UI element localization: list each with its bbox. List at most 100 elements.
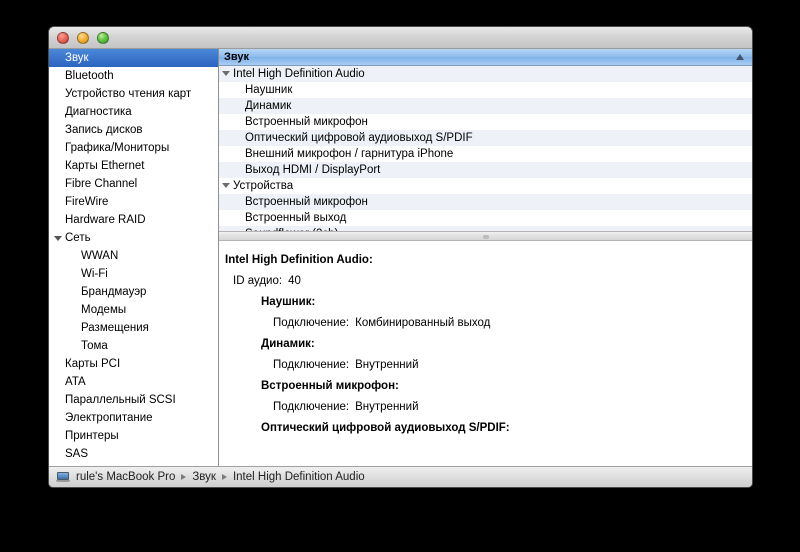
sidebar-item-label: Брандмауэр xyxy=(81,286,147,298)
sidebar-item[interactable]: Сеть xyxy=(49,229,218,247)
window-titlebar[interactable] xyxy=(49,27,752,49)
sidebar-item[interactable]: Диагностика xyxy=(49,103,218,121)
detail-pane: Intel High Definition Audio: ID аудио: 40 Н… xyxy=(219,241,752,466)
sidebar-item-label: Карты PCI xyxy=(65,358,121,370)
sidebar-item[interactable]: Принтеры xyxy=(49,427,218,445)
minimize-button[interactable] xyxy=(77,32,89,44)
macbook-icon xyxy=(56,472,70,482)
sidebar-item[interactable]: FireWire xyxy=(49,193,218,211)
detail-key: Динамик: xyxy=(261,338,315,350)
detail-key: Подключение: xyxy=(273,317,350,329)
breadcrumb-item[interactable]: rule's MacBook Pro xyxy=(76,471,175,483)
sidebar-item-label: ATA xyxy=(65,376,86,388)
detail-row: Подключение: Комбинированный выход xyxy=(219,313,752,334)
list-row[interactable]: Встроенный микрофон xyxy=(219,194,752,210)
breadcrumb-separator-icon xyxy=(181,473,187,480)
list-row[interactable]: Оптический цифровой аудиовыход S/PDIF xyxy=(219,130,752,146)
sidebar-item-label: SAS xyxy=(65,448,89,460)
list-row[interactable]: Наушник xyxy=(219,82,752,98)
list-row[interactable]: Встроенный микрофон xyxy=(219,114,752,130)
sidebar-item-label: Электропитание xyxy=(65,412,153,424)
breadcrumb-item[interactable]: Intel High Definition Audio xyxy=(233,471,365,483)
sidebar-item-label: Параллельный SCSI xyxy=(65,394,176,406)
list-row[interactable]: Выход HDMI / DisplayPort xyxy=(219,162,752,178)
sidebar-item[interactable]: Hardware RAID xyxy=(49,211,218,229)
detail-row: Наушник: xyxy=(219,292,752,313)
breadcrumb-item[interactable]: Звук xyxy=(192,471,216,483)
detail-row: ID аудио: 40 xyxy=(219,271,752,292)
list-row[interactable]: Встроенный выход xyxy=(219,210,752,226)
sidebar-item[interactable]: Электропитание xyxy=(49,409,218,427)
sidebar-item-label: Диагностика xyxy=(65,106,132,118)
breadcrumb[interactable]: rule's MacBook Pro Звук Intel High Definit… xyxy=(76,471,365,483)
detail-key: Подключение: xyxy=(273,359,350,371)
list-row-label: Устройства xyxy=(233,180,294,192)
detail-value: 40 xyxy=(288,275,301,287)
sidebar-item[interactable]: Запись дисков xyxy=(49,121,218,139)
detail-value: Внутренний xyxy=(355,401,419,413)
sidebar-item-label: FireWire xyxy=(65,196,109,208)
sidebar-item[interactable]: Bluetooth xyxy=(49,67,218,85)
close-button[interactable] xyxy=(57,32,69,44)
sidebar-item-label: WWAN xyxy=(81,250,119,262)
sidebar-item-label: Сеть xyxy=(65,232,91,244)
sidebar-item[interactable]: Брандмауэр xyxy=(49,283,218,301)
sidebar-item-label: Запись дисков xyxy=(65,124,143,136)
list-row-label: Intel High Definition Audio xyxy=(233,68,365,80)
splitter-grip-icon[interactable] xyxy=(482,235,489,239)
list-group-row[interactable]: Устройства xyxy=(219,178,752,194)
sidebar-item[interactable]: Тома xyxy=(49,337,218,355)
device-list[interactable]: Intel High Definition Audio Наушник Динами… xyxy=(219,66,752,231)
detail-row: Встроенный микрофон: xyxy=(219,376,752,397)
sort-ascending-icon[interactable] xyxy=(736,54,744,60)
list-column-header[interactable]: Звук xyxy=(219,49,752,66)
sidebar-item-label: Модемы xyxy=(81,304,127,316)
breadcrumb-separator-icon xyxy=(221,473,227,480)
list-group-row[interactable]: Intel High Definition Audio xyxy=(219,66,752,82)
zoom-button[interactable] xyxy=(97,32,109,44)
list-row[interactable]: Динамик xyxy=(219,98,752,114)
sidebar-item-label: Принтеры xyxy=(65,430,119,442)
sidebar-item[interactable]: Устройство чтения карт xyxy=(49,85,218,103)
sidebar-item-label: Звук xyxy=(65,52,89,64)
sidebar-item[interactable]: Fibre Channel xyxy=(49,175,218,193)
sidebar-item-label: Устройство чтения карт xyxy=(65,88,192,100)
pane-splitter[interactable] xyxy=(219,231,752,241)
sidebar-item[interactable]: Модемы xyxy=(49,301,218,319)
sidebar-item[interactable]: Звук xyxy=(49,49,218,67)
sidebar-item[interactable]: Размещения xyxy=(49,319,218,337)
detail-key: Наушник: xyxy=(261,296,316,308)
sidebar-item-label: Fibre Channel xyxy=(65,178,138,190)
sidebar-item[interactable]: Карты Ethernet xyxy=(49,157,218,175)
detail-row: Динамик: xyxy=(219,334,752,355)
disclosure-triangle-icon[interactable] xyxy=(54,236,62,241)
list-row-label: Внешний микрофон / гарнитура iPhone xyxy=(245,148,454,160)
detail-key: Подключение: xyxy=(273,401,350,413)
list-row-label: Оптический цифровой аудиовыход S/PDIF xyxy=(245,132,473,144)
sidebar-item[interactable]: SAS xyxy=(49,445,218,463)
sidebar[interactable]: Звук Bluetooth Устройство чтения карт Диагн… xyxy=(49,49,219,466)
sidebar-item-label: Hardware RAID xyxy=(65,214,146,226)
list-column-header-label: Звук xyxy=(224,51,250,63)
detail-row: Intel High Definition Audio: xyxy=(219,250,752,271)
sidebar-item[interactable]: ПО xyxy=(49,463,218,466)
sidebar-item[interactable]: Графика/Мониторы xyxy=(49,139,218,157)
detail-value: Внутренний xyxy=(355,359,419,371)
status-bar: rule's MacBook Pro Звук Intel High Definit… xyxy=(49,466,752,487)
sidebar-item[interactable]: ATA xyxy=(49,373,218,391)
sidebar-item[interactable]: Параллельный SCSI xyxy=(49,391,218,409)
sidebar-item-label: Bluetooth xyxy=(65,70,114,82)
detail-row: Подключение: Внутренний xyxy=(219,397,752,418)
disclosure-triangle-icon[interactable] xyxy=(222,183,230,188)
list-row[interactable]: Внешний микрофон / гарнитура iPhone xyxy=(219,146,752,162)
content-column: Звук Intel High Definition Audio Наушник Д… xyxy=(219,49,752,466)
sidebar-item[interactable]: WWAN xyxy=(49,247,218,265)
detail-row: Подключение: Внутренний xyxy=(219,355,752,376)
list-row-label: Выход HDMI / DisplayPort xyxy=(245,164,381,176)
sidebar-item-label: Тома xyxy=(81,340,108,352)
sidebar-item[interactable]: Карты PCI xyxy=(49,355,218,373)
sidebar-item[interactable]: Wi-Fi xyxy=(49,265,218,283)
disclosure-triangle-icon[interactable] xyxy=(222,71,230,76)
detail-key: Оптический цифровой аудиовыход S/PDIF: xyxy=(261,422,510,434)
detail-key: Встроенный микрофон: xyxy=(261,380,399,392)
